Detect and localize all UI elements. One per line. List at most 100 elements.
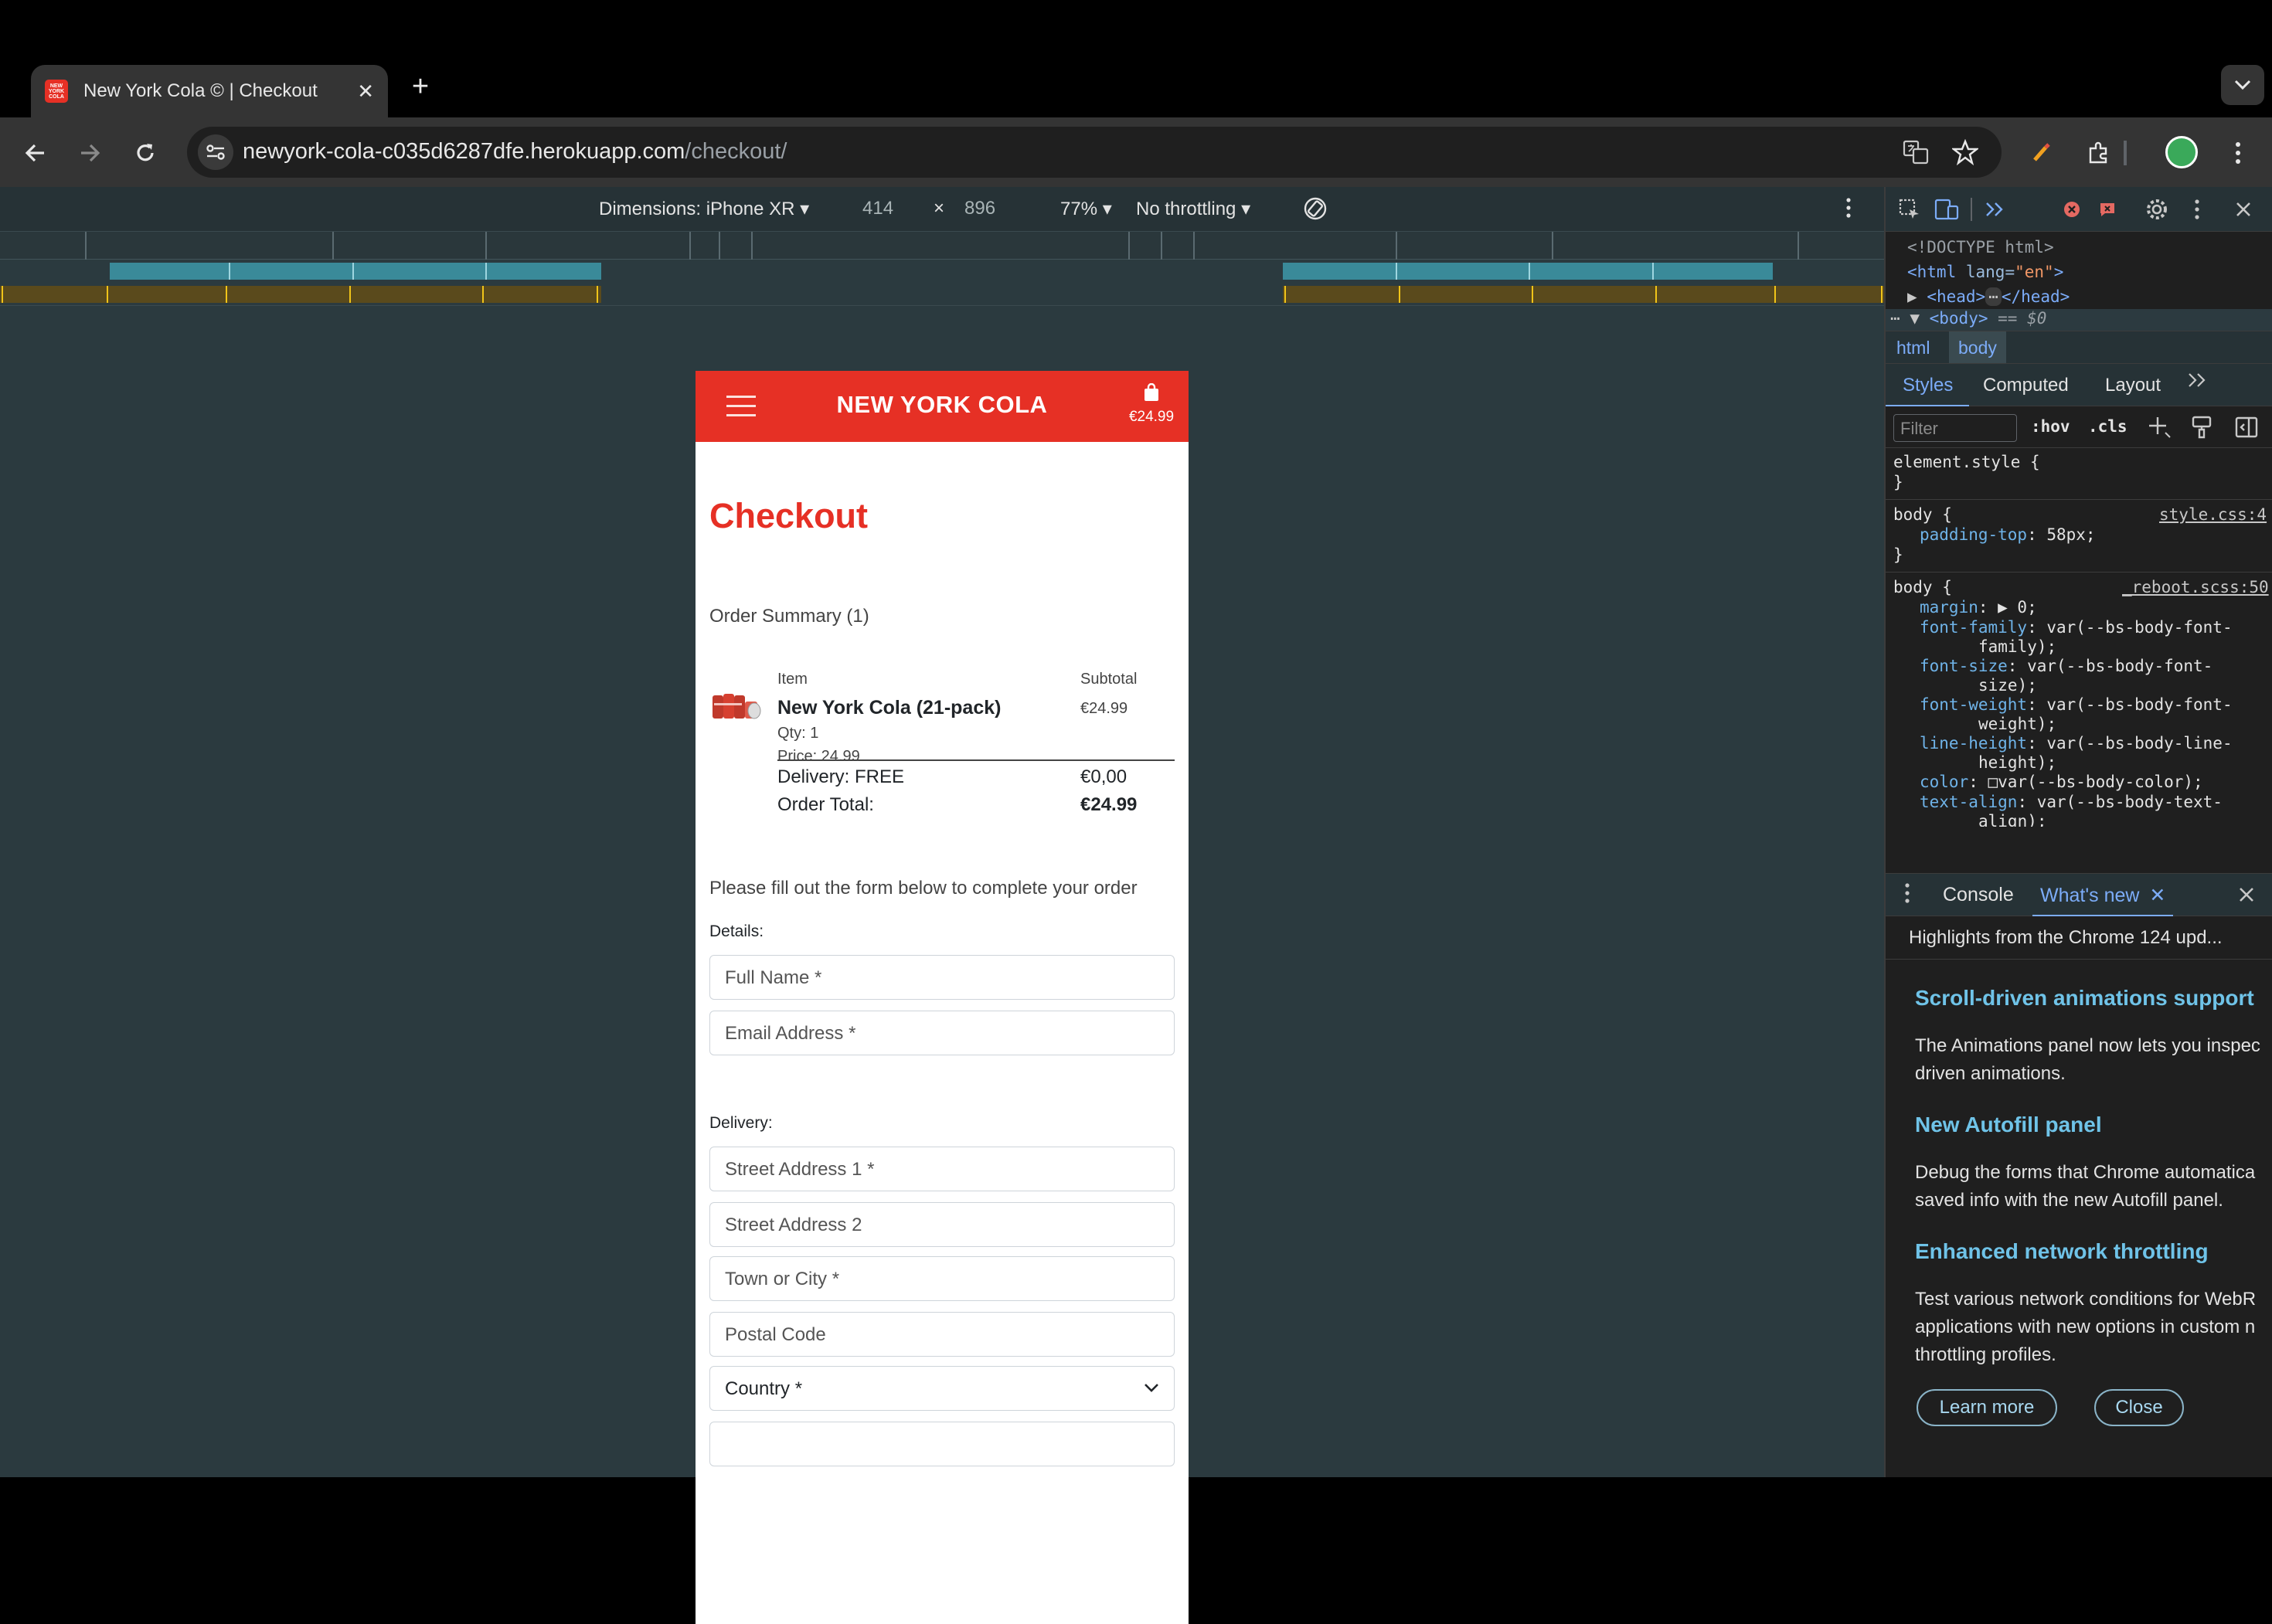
tab-close-icon[interactable]: ✕ bbox=[357, 80, 374, 104]
drawer-menu-icon[interactable] bbox=[1904, 882, 1910, 910]
pen-extension-icon[interactable] bbox=[2023, 134, 2060, 172]
whats-new-panel: Highlights from the Chrome 124 upd... Sc… bbox=[1886, 916, 2272, 1477]
text-align-declaration[interactable]: text-align: var(--bs-body-text- bbox=[1920, 793, 2223, 811]
devtools-toolbar bbox=[1886, 187, 2272, 232]
dom-head-ellipsis[interactable]: ⋯ bbox=[1985, 287, 2002, 306]
line-height-declaration[interactable]: line-height: var(--bs-body-line- bbox=[1920, 734, 2233, 753]
device-height-input[interactable]: 896 bbox=[964, 198, 995, 219]
device-toggle-icon[interactable] bbox=[1934, 196, 1960, 223]
email-input[interactable]: Email Address * bbox=[709, 1011, 1175, 1055]
device-more-icon[interactable] bbox=[1845, 196, 1852, 225]
new-rule-icon[interactable] bbox=[2148, 416, 2172, 443]
country-select[interactable]: Country * bbox=[709, 1366, 1175, 1411]
dimension-times: × bbox=[934, 198, 945, 219]
dom-doctype[interactable]: <!DOCTYPE html> bbox=[1907, 238, 2054, 257]
cls-toggle[interactable]: .cls bbox=[2088, 417, 2127, 436]
element-style-open[interactable]: element.style { bbox=[1893, 453, 2040, 471]
row-more-icon[interactable]: ⋯ bbox=[1890, 309, 1900, 328]
close-tab-icon[interactable]: ✕ bbox=[2149, 885, 2165, 906]
drawer-tab-console[interactable]: Console bbox=[1943, 884, 2014, 906]
media-query-bar-min[interactable] bbox=[0, 283, 1884, 306]
zoom-dropdown[interactable]: 77% ▾ bbox=[1060, 198, 1112, 220]
street-address-2-input[interactable]: Street Address 2 bbox=[709, 1202, 1175, 1247]
site-info-button[interactable] bbox=[198, 134, 233, 170]
tab-styles[interactable]: Styles bbox=[1886, 364, 1969, 407]
device-width-input[interactable]: 414 bbox=[862, 198, 893, 219]
settings-gear-icon[interactable] bbox=[2144, 196, 2170, 223]
cart-button[interactable]: €24.99 bbox=[1121, 382, 1182, 426]
font-size-declaration[interactable]: font-size: var(--bs-body-font- bbox=[1920, 657, 2212, 675]
expand-triangle-icon[interactable]: ▶ bbox=[1907, 287, 1917, 306]
site-brand[interactable]: NEW YORK COLA bbox=[696, 391, 1189, 419]
close-devtools-icon[interactable] bbox=[2230, 196, 2257, 223]
dom-head-node[interactable]: ▶ <head> ⋯ </head> bbox=[1907, 287, 2070, 306]
styles-filter-input[interactable]: Filter bbox=[1893, 414, 2017, 442]
rotate-icon[interactable] bbox=[1301, 195, 1329, 228]
error-count-icon[interactable] bbox=[2059, 196, 2085, 223]
translate-icon[interactable] bbox=[1900, 136, 1932, 168]
chevron-down-icon bbox=[1145, 1384, 1158, 1392]
paint-brush-icon[interactable] bbox=[2192, 416, 2213, 443]
collapse-triangle-icon[interactable]: ▼ bbox=[1910, 309, 1920, 328]
product-image[interactable] bbox=[711, 688, 762, 725]
breadcrumb-html[interactable]: html bbox=[1896, 338, 1930, 358]
media-query-bar-min-max[interactable] bbox=[0, 260, 1884, 283]
browser-tab[interactable]: NEW YORK COLA New York Cola © | Checkout… bbox=[31, 65, 388, 117]
new-tab-button[interactable]: + bbox=[405, 68, 436, 105]
address-bar[interactable]: newyork-cola-c035d6287dfe.herokuapp.com/… bbox=[187, 127, 2002, 178]
close-button[interactable]: Close bbox=[2094, 1389, 2184, 1426]
profile-avatar[interactable] bbox=[2165, 136, 2198, 168]
margin-declaration[interactable]: margin: ▶ 0; bbox=[1920, 598, 2037, 617]
font-weight-declaration[interactable]: font-weight: var(--bs-body-font- bbox=[1920, 695, 2233, 714]
hov-toggle[interactable]: :hov bbox=[2031, 417, 2070, 436]
media-query-bar-max[interactable] bbox=[0, 232, 1884, 260]
device-dimensions-dropdown[interactable]: Dimensions: iPhone XR ▾ bbox=[599, 198, 809, 220]
bookmark-star-icon[interactable] bbox=[1949, 136, 1981, 168]
site-header: NEW YORK COLA €24.99 bbox=[696, 371, 1189, 442]
body-rule-2-source-link[interactable]: _reboot.scss:50 bbox=[2122, 578, 2269, 596]
full-name-input[interactable]: Full Name * bbox=[709, 955, 1175, 1000]
next-input-partial[interactable] bbox=[709, 1422, 1175, 1466]
dom-html-node[interactable]: <html lang="en"> bbox=[1907, 263, 2063, 281]
chevron-down-icon bbox=[2234, 80, 2251, 90]
street-address-1-input[interactable]: Street Address 1 * bbox=[709, 1147, 1175, 1191]
whats-new-heading-2[interactable]: New Autofill panel bbox=[1915, 1113, 2102, 1137]
body-rule-1-source-link[interactable]: style.css:4 bbox=[2159, 505, 2267, 524]
learn-more-button[interactable]: Learn more bbox=[1917, 1389, 2057, 1426]
whats-new-heading-1[interactable]: Scroll-driven animations support bbox=[1915, 986, 2254, 1011]
extensions-puzzle-icon[interactable] bbox=[2080, 134, 2117, 172]
padding-top-prop: padding-top bbox=[1920, 525, 2028, 544]
tab-layout[interactable]: Layout bbox=[2105, 375, 2161, 396]
issues-count-icon[interactable] bbox=[2094, 196, 2121, 223]
devtools-panel: <!DOCTYPE html> <html lang="en"> ▶ <head… bbox=[1884, 187, 2272, 1477]
devtools-menu-icon[interactable] bbox=[2184, 196, 2210, 223]
body-rule-2-selector[interactable]: body { bbox=[1893, 578, 1952, 596]
computed-sidebar-icon[interactable] bbox=[2235, 416, 2258, 443]
reload-button[interactable] bbox=[127, 134, 164, 172]
font-family-declaration[interactable]: font-family: var(--bs-body-font- bbox=[1920, 618, 2233, 637]
chrome-menu-icon[interactable] bbox=[2219, 134, 2257, 172]
whats-new-text-3b: applications with new options in custom … bbox=[1915, 1317, 2256, 1337]
lh-prop: line-height bbox=[1920, 734, 2028, 753]
color-declaration[interactable]: color: □var(--bs-body-color); bbox=[1920, 773, 2203, 791]
close-drawer-icon[interactable] bbox=[2238, 882, 2255, 909]
forward-button[interactable] bbox=[71, 134, 108, 172]
whats-new-heading-3[interactable]: Enhanced network throttling bbox=[1915, 1239, 2209, 1264]
more-panel-tabs-icon[interactable] bbox=[2187, 372, 2207, 394]
more-tabs-icon[interactable] bbox=[1981, 196, 2008, 223]
devtools-divider bbox=[1971, 198, 1972, 221]
tab-search-button[interactable] bbox=[2221, 65, 2264, 105]
body-rule-1-selector[interactable]: body { bbox=[1893, 505, 1952, 524]
ta-val-2: align); bbox=[1978, 812, 2047, 827]
tab-computed[interactable]: Computed bbox=[1983, 375, 2069, 396]
padding-top-val: : 58px; bbox=[2027, 525, 2096, 544]
inspect-element-icon[interactable] bbox=[1896, 196, 1923, 223]
breadcrumb-body[interactable]: body bbox=[1949, 331, 2006, 364]
postal-code-input[interactable]: Postal Code bbox=[709, 1312, 1175, 1357]
dom-body-node-selected[interactable]: ⋯ ▼ <body> == $0 bbox=[1886, 309, 2272, 331]
padding-top-declaration[interactable]: padding-top: 58px; bbox=[1920, 525, 2096, 544]
town-city-input[interactable]: Town or City * bbox=[709, 1256, 1175, 1301]
drawer-tab-whats-new[interactable]: What's new ✕ bbox=[2032, 874, 2174, 917]
back-button[interactable] bbox=[17, 134, 54, 172]
throttling-dropdown[interactable]: No throttling ▾ bbox=[1136, 198, 1250, 220]
